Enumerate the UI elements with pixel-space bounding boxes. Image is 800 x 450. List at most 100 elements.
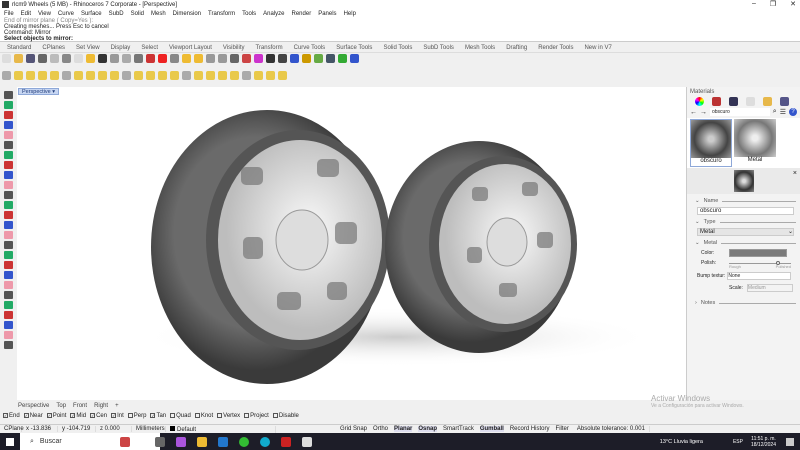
toolbar-icon[interactable] xyxy=(86,71,95,80)
left-tool-icon[interactable] xyxy=(4,241,13,249)
back-icon[interactable]: ← xyxy=(690,109,697,116)
menu-tools[interactable]: Tools xyxy=(242,11,256,17)
toolbar-icon[interactable] xyxy=(122,71,131,80)
toolbar-icon[interactable] xyxy=(62,54,71,63)
toolbar-icon[interactable] xyxy=(98,71,107,80)
toolbar-icon[interactable] xyxy=(206,54,215,63)
toolbar-tab[interactable]: SubD Tools xyxy=(423,45,454,51)
edge-icon[interactable] xyxy=(260,436,270,447)
toolbar-icon[interactable] xyxy=(194,71,203,80)
toolbar-icon[interactable] xyxy=(206,71,215,80)
metal-section-header[interactable]: ⌄ Metal xyxy=(695,240,800,246)
left-tool-icon[interactable] xyxy=(4,201,13,209)
osnap-project[interactable]: Project xyxy=(244,413,269,419)
toolbar-icon[interactable] xyxy=(14,71,23,80)
left-tool-icon[interactable] xyxy=(4,231,13,239)
left-tool-icon[interactable] xyxy=(4,151,13,159)
menu-panels[interactable]: Panels xyxy=(318,11,336,17)
osnap-int[interactable]: ✓ Int xyxy=(111,413,124,419)
environment-icon[interactable] xyxy=(729,97,738,106)
checkbox[interactable] xyxy=(170,413,176,418)
material-breadcrumb[interactable]: obscuro xyxy=(710,108,770,116)
toolbar-icon[interactable] xyxy=(278,71,287,80)
file-explorer-icon[interactable] xyxy=(197,436,207,447)
color-wheel-icon[interactable] xyxy=(695,97,704,106)
left-tool-icon[interactable] xyxy=(4,251,13,259)
viewport-title-tab[interactable]: Perspective ▾ xyxy=(18,88,60,95)
toolbar-icon[interactable] xyxy=(230,54,239,63)
left-tool-icon[interactable] xyxy=(4,311,13,319)
checkbox[interactable]: ✓ xyxy=(150,413,156,418)
layer-indicator[interactable]: Default xyxy=(166,425,276,433)
left-tool-icon[interactable] xyxy=(4,121,13,129)
weather[interactable]: 13°C Lluvia ligera xyxy=(660,439,703,445)
toolbar-icon[interactable] xyxy=(326,54,335,63)
toolbar-icon[interactable] xyxy=(86,54,95,63)
toolbar-icon[interactable] xyxy=(50,71,59,80)
torrent-icon[interactable] xyxy=(239,436,249,447)
osnap-end[interactable]: ✓ End xyxy=(3,413,20,419)
checkbox[interactable]: ✓ xyxy=(111,413,117,418)
libraries-icon[interactable] xyxy=(780,97,789,106)
osnap-point[interactable]: ✓ Point xyxy=(46,413,66,419)
texture-icon[interactable] xyxy=(712,97,721,106)
status-toggle-record-history[interactable]: Record History xyxy=(510,426,550,432)
left-tool-icon[interactable] xyxy=(4,191,13,199)
osnap-quad[interactable]: Quad xyxy=(170,413,191,419)
toolbar-icon[interactable] xyxy=(242,71,251,80)
toolbar-icon[interactable] xyxy=(110,54,119,63)
taskbar-search[interactable]: ⌕ Buscar xyxy=(20,433,160,450)
toolbar-icon[interactable] xyxy=(74,54,83,63)
left-tool-icon[interactable] xyxy=(4,101,13,109)
bump-dropdown[interactable]: None xyxy=(727,272,792,280)
left-tool-icon[interactable] xyxy=(4,141,13,149)
viewport-tab[interactable]: + xyxy=(115,403,119,409)
rhino-taskbar-icon[interactable] xyxy=(302,436,312,447)
menu-mesh[interactable]: Mesh xyxy=(151,11,166,17)
left-tool-icon[interactable] xyxy=(4,91,13,99)
osnap-perp[interactable]: Perp xyxy=(127,413,146,419)
toolbar-tab[interactable]: Mesh Tools xyxy=(465,45,495,51)
toolbar-icon[interactable] xyxy=(266,71,275,80)
notes-section-header[interactable]: › Notes xyxy=(695,300,800,306)
checkbox[interactable] xyxy=(272,413,278,418)
scale-dropdown[interactable]: Medium xyxy=(746,284,793,292)
toolbar-icon[interactable] xyxy=(158,54,167,63)
menu-subd[interactable]: SubD xyxy=(109,11,124,17)
close-button[interactable]: ✕ xyxy=(790,0,796,8)
viewport-tab[interactable]: Perspective xyxy=(18,403,49,409)
toolbar-icon[interactable] xyxy=(218,54,227,63)
checkbox[interactable] xyxy=(244,413,250,418)
left-tool-icon[interactable] xyxy=(4,161,13,169)
toolbar-icon[interactable] xyxy=(290,54,299,63)
osnap-mid[interactable]: ✓ Mid xyxy=(70,413,86,419)
left-tool-icon[interactable] xyxy=(4,171,13,179)
toolbar-tab[interactable]: Render Tools xyxy=(538,45,573,51)
toolbar-icon[interactable] xyxy=(26,71,35,80)
menu-icon[interactable]: ☰ xyxy=(780,108,786,116)
toolbar-tab[interactable]: Viewport Layout xyxy=(169,45,212,51)
viewport-tab[interactable]: Right xyxy=(94,403,108,409)
status-toggle-planar[interactable]: Planar xyxy=(394,426,413,432)
checkbox[interactable]: ✓ xyxy=(46,413,52,418)
gift-icon[interactable] xyxy=(120,436,130,447)
close-icon[interactable]: × xyxy=(793,170,797,177)
toolbar-icon[interactable] xyxy=(242,54,251,63)
left-tool-icon[interactable] xyxy=(4,131,13,139)
menu-render[interactable]: Render xyxy=(292,11,312,17)
osnap-cen[interactable]: ✓ Cen xyxy=(90,413,107,419)
toolbar-icon[interactable] xyxy=(254,71,263,80)
toolbar-icon[interactable] xyxy=(230,71,239,80)
toolbar-tab[interactable]: Visibility xyxy=(223,45,245,51)
toolbar-tab[interactable]: Drafting xyxy=(506,45,527,51)
toolbar-icon[interactable] xyxy=(74,71,83,80)
left-tool-icon[interactable] xyxy=(4,291,13,299)
osnap-tan[interactable]: ✓ Tan xyxy=(150,413,166,419)
toolbar-icon[interactable] xyxy=(146,54,155,63)
toolbar-icon[interactable] xyxy=(170,54,179,63)
brush-icon[interactable] xyxy=(746,97,755,106)
folder-icon[interactable] xyxy=(763,97,772,106)
left-tool-icon[interactable] xyxy=(4,281,13,289)
osnap-disable[interactable]: Disable xyxy=(272,413,299,419)
toolbar-icon[interactable] xyxy=(134,71,143,80)
